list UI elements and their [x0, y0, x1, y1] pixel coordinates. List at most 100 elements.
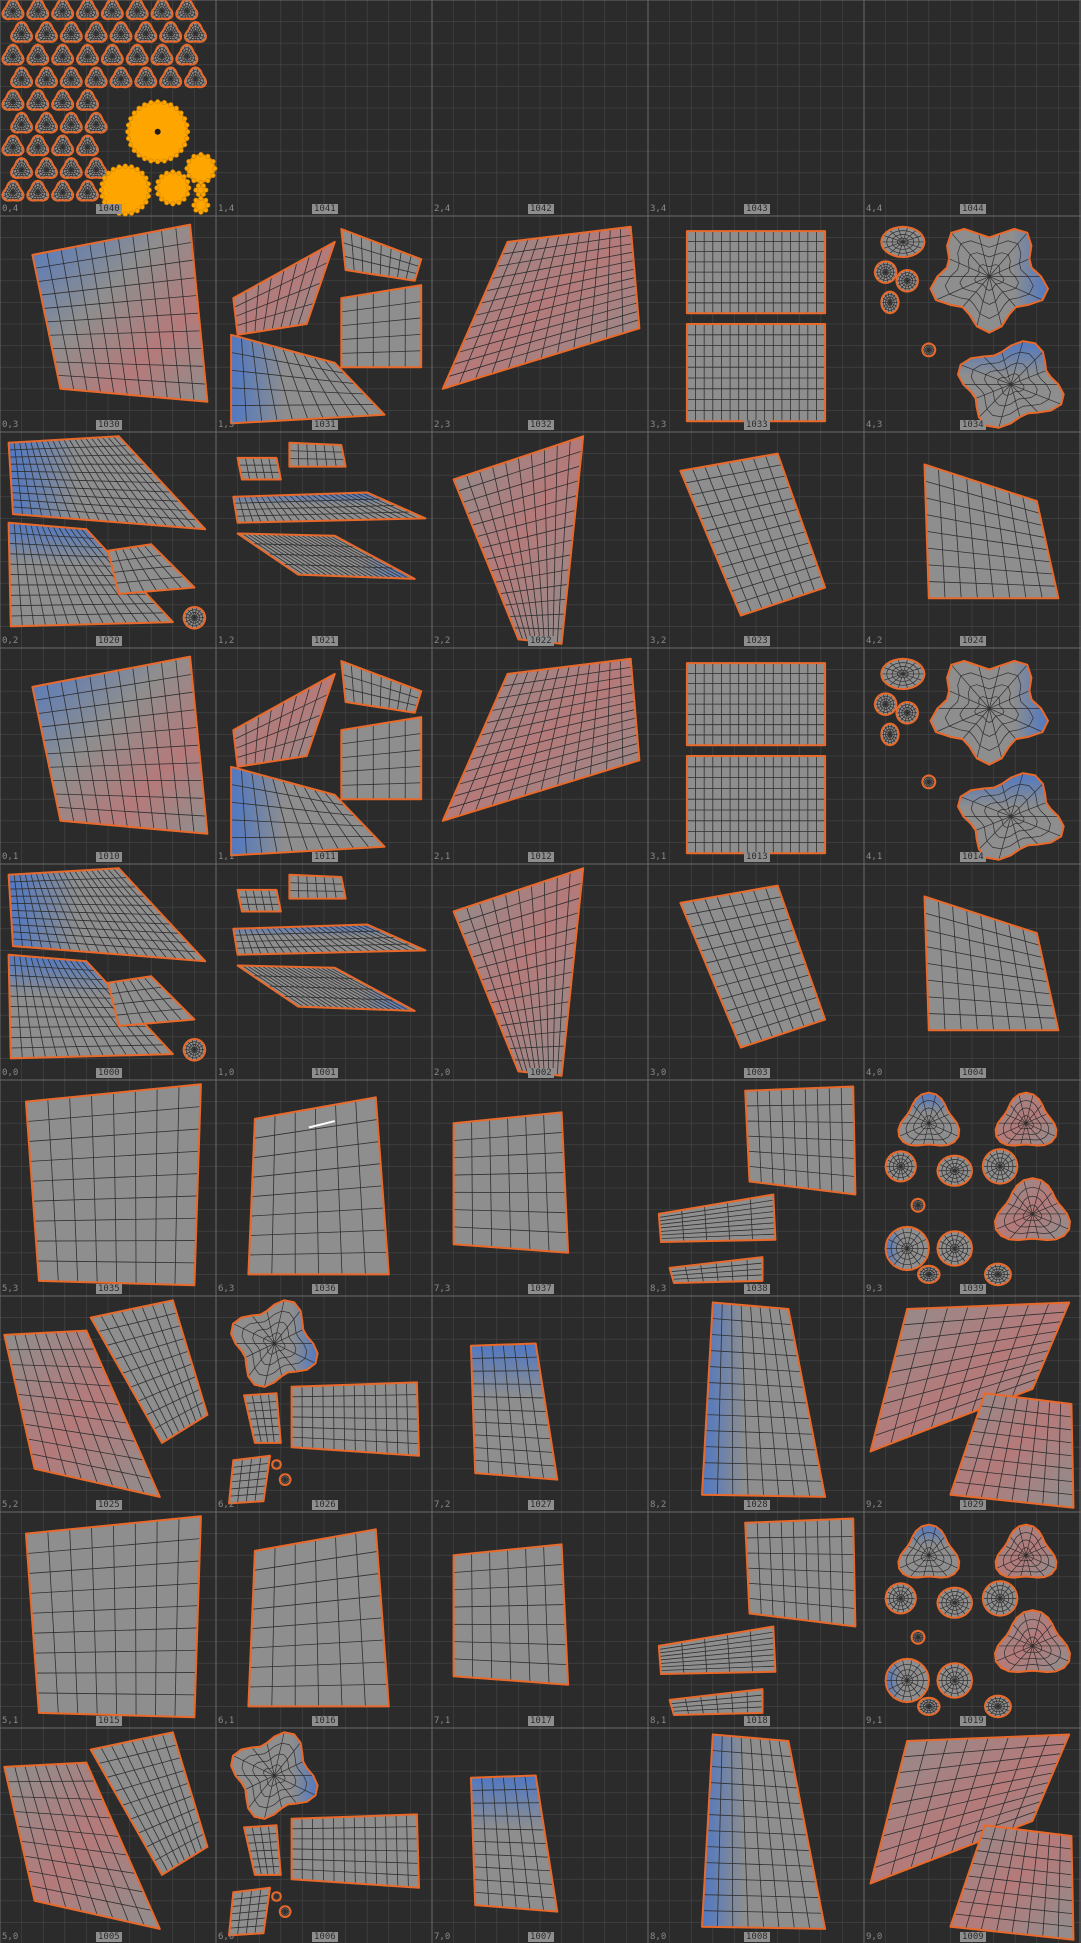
uv-tile-1011[interactable]	[230, 660, 423, 857]
tile-coord-label: 3,1	[650, 852, 667, 862]
uv-tile-1015[interactable]	[24, 1515, 202, 1719]
udim-number-badge: 1041	[312, 204, 338, 214]
tile-coord-label: 8,2	[650, 1500, 667, 1510]
uv-island	[237, 457, 281, 480]
udim-number-badge: 1013	[744, 852, 770, 862]
uv-tile-1007[interactable]	[469, 1774, 559, 1913]
tile-coord-label: 4,1	[866, 852, 883, 862]
uv-island	[745, 1086, 856, 1195]
uv-tile-1038[interactable]	[657, 1085, 857, 1284]
udim-number-badge: 1026	[312, 1500, 338, 1510]
tile-coord-label: 5,0	[2, 1932, 19, 1942]
udim-number-badge: 1006	[312, 1932, 338, 1942]
tile-coord-label: 5,2	[2, 1500, 19, 1510]
uv-island	[680, 885, 826, 1048]
udim-number-badge: 1002	[528, 1068, 554, 1078]
tile-coord-label: 9,0	[866, 1932, 883, 1942]
tile-coord-label: 3,2	[650, 636, 667, 646]
tile-coord-label: 6,0	[218, 1932, 235, 1942]
tile-coord-label: 1,1	[218, 852, 235, 862]
udim-number-badge: 1031	[312, 420, 338, 430]
udim-number-badge: 1009	[960, 1932, 986, 1942]
uv-island	[248, 1529, 389, 1707]
tile-coord-label: 5,3	[2, 1284, 19, 1294]
uv-tile-1017[interactable]	[452, 1543, 570, 1686]
uv-tile-1005[interactable]	[3, 1731, 209, 1930]
uv-tile-1001[interactable]	[232, 873, 427, 1012]
uv-tile-1016[interactable]	[247, 1528, 390, 1708]
uv-tile-1037[interactable]	[452, 1111, 570, 1254]
uv-tile-1031[interactable]	[230, 228, 423, 425]
uv-tile-1012[interactable]	[441, 657, 641, 822]
uv-island	[442, 226, 640, 389]
uv-island	[108, 544, 195, 594]
udim-number-badge: 1042	[528, 204, 554, 214]
tile-coord-label: 7,3	[434, 1284, 451, 1294]
tile-coord-label: 0,0	[2, 1068, 19, 1078]
tile-coord-label: 0,4	[2, 204, 19, 214]
tile-coord-label: 8,3	[650, 1284, 667, 1294]
uv-tile-1013[interactable]	[685, 662, 827, 855]
tile-coord-label: 0,2	[2, 636, 19, 646]
uv-tile-1039[interactable]	[884, 1091, 1072, 1287]
udim-number-badge: 1044	[960, 204, 986, 214]
uv-tile-1029[interactable]	[869, 1301, 1075, 1509]
tile-coord-label: 9,2	[866, 1500, 883, 1510]
udim-number-badge: 1033	[744, 420, 770, 430]
tile-coord-label: 6,1	[218, 1716, 235, 1726]
tile-coord-label: 7,1	[434, 1716, 451, 1726]
uv-tile-1000[interactable]	[7, 867, 207, 1062]
udim-number-badge: 1034	[960, 420, 986, 430]
uv-tile-1021[interactable]	[232, 441, 427, 580]
uv-tile-1004[interactable]	[923, 895, 1060, 1032]
uv-tile-1019[interactable]	[884, 1523, 1072, 1719]
uv-editor-viewport[interactable]: 0,4 1040 1,4 1041 2,4 1042 3,4 1043 4,4 1044 0,3 10…	[0, 0, 1081, 1943]
udim-number-badge: 1028	[744, 1500, 770, 1510]
uv-island	[442, 658, 640, 821]
uv-tile-1018[interactable]	[657, 1517, 857, 1716]
uv-tile-1003[interactable]	[679, 884, 827, 1049]
udim-number-badge: 1016	[312, 1716, 338, 1726]
tile-coord-label: 7,0	[434, 1932, 451, 1942]
tile-coord-label: 6,3	[218, 1284, 235, 1294]
uv-tile-1009[interactable]	[869, 1733, 1075, 1941]
udim-number-badge: 1023	[744, 636, 770, 646]
uv-tile-1010[interactable]	[31, 655, 209, 835]
uv-tile-1023[interactable]	[679, 452, 827, 617]
tile-coord-label: 4,4	[866, 204, 883, 214]
uv-island	[341, 285, 422, 368]
uv-tile-1035[interactable]	[24, 1083, 202, 1287]
udim-number-badge: 1018	[744, 1716, 770, 1726]
uv-tile-1027[interactable]	[469, 1342, 559, 1481]
uv-tile-1033[interactable]	[685, 230, 827, 423]
udim-number-badge: 1036	[312, 1284, 338, 1294]
uv-tile-1032[interactable]	[441, 225, 641, 390]
udim-number-badge: 1043	[744, 204, 770, 214]
uv-tile-1008[interactable]	[701, 1733, 827, 1930]
tile-coord-label: 8,1	[650, 1716, 667, 1726]
uv-tile-1025[interactable]	[3, 1299, 209, 1498]
udim-number-badge: 1000	[96, 1068, 122, 1078]
uv-tile-1020[interactable]	[7, 435, 207, 630]
tile-coord-label: 1,4	[218, 204, 235, 214]
udim-number-badge: 1007	[528, 1932, 554, 1942]
udim-number-badge: 1010	[96, 852, 122, 862]
uv-tile-1034[interactable]	[873, 225, 1065, 429]
tile-coord-label: 3,3	[650, 420, 667, 430]
tile-coord-label: 3,0	[650, 1068, 667, 1078]
uv-tile-1036[interactable]	[247, 1096, 390, 1276]
uv-tile-1028[interactable]	[701, 1301, 827, 1498]
udim-number-badge: 1032	[528, 420, 554, 430]
uv-tile-1024[interactable]	[923, 463, 1060, 600]
uv-tile-1014[interactable]	[873, 657, 1065, 861]
tile-coord-label: 8,0	[650, 1932, 667, 1942]
udim-number-badge: 1001	[312, 1068, 338, 1078]
uv-tile-1030[interactable]	[31, 223, 209, 403]
uv-grid-canvas[interactable]	[0, 0, 1081, 1943]
tile-coord-label: 4,3	[866, 420, 883, 430]
udim-number-badge: 1025	[96, 1500, 122, 1510]
tile-coord-label: 9,3	[866, 1284, 883, 1294]
uv-island	[680, 453, 826, 616]
selected-uv-island	[186, 153, 216, 183]
tile-coord-label: 4,0	[866, 1068, 883, 1078]
